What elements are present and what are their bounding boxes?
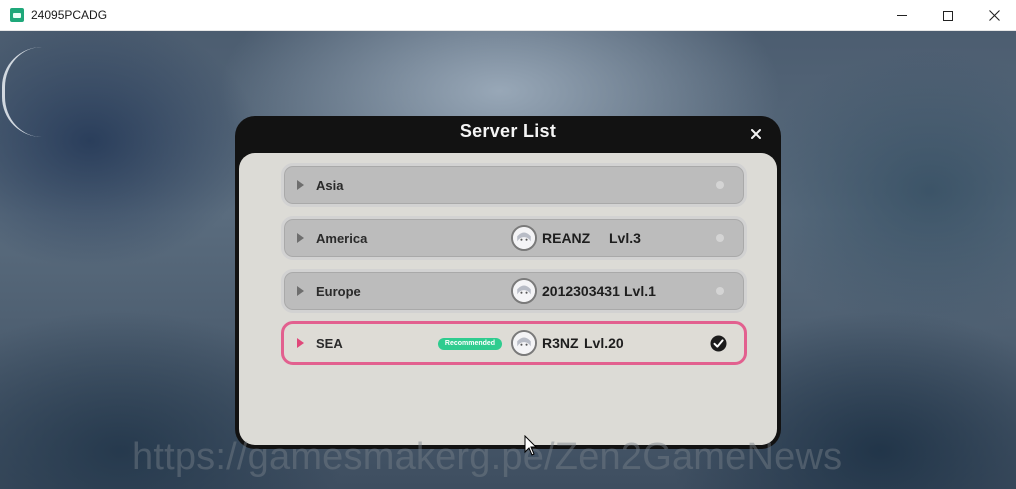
triangle-arrow-icon bbox=[297, 233, 304, 243]
window-close-button[interactable] bbox=[971, 0, 1016, 31]
watermark-text: https://gamesmakerg.pe/Zen2GameNews bbox=[132, 436, 843, 478]
minimize-button[interactable] bbox=[879, 0, 925, 31]
maximize-icon bbox=[943, 10, 953, 21]
close-icon bbox=[751, 129, 761, 139]
server-row-america[interactable]: America REANZ Lvl.3 bbox=[281, 216, 747, 260]
close-icon bbox=[988, 10, 1000, 21]
server-row-europe[interactable]: Europe 2012303431 Lvl.1 bbox=[281, 269, 747, 313]
server-region: Asia bbox=[316, 178, 344, 193]
server-row-sea[interactable]: SEA Recommended R3NZ Lvl.20 bbox=[281, 321, 747, 365]
character-avatar bbox=[511, 330, 537, 356]
server-status-dot bbox=[716, 234, 724, 242]
game-viewport: Server List Asia America REANZ Lvl.3 Eur… bbox=[0, 31, 1016, 489]
minimize-icon bbox=[897, 15, 907, 16]
dialog-close-button[interactable] bbox=[747, 125, 765, 143]
server-region: Europe bbox=[316, 284, 361, 299]
background-decoration bbox=[2, 47, 42, 137]
dialog-title: Server List bbox=[459, 121, 557, 141]
character-name: R3NZ bbox=[542, 335, 579, 351]
server-list-dialog: Server List Asia America REANZ Lvl.3 Eur… bbox=[235, 116, 781, 449]
server-region: SEA bbox=[316, 336, 343, 351]
mouse-cursor-icon bbox=[524, 435, 538, 456]
checkmark-icon bbox=[710, 335, 727, 352]
server-status-dot bbox=[716, 287, 724, 295]
character-avatar bbox=[511, 225, 537, 251]
character-level: Lvl.3 bbox=[609, 230, 641, 246]
triangle-arrow-icon bbox=[297, 338, 304, 348]
character-name: 2012303431 bbox=[542, 283, 620, 299]
server-status-dot bbox=[716, 181, 724, 189]
server-region: America bbox=[316, 231, 368, 246]
character-avatar bbox=[511, 278, 537, 304]
app-icon bbox=[10, 8, 24, 22]
maximize-button[interactable] bbox=[925, 0, 971, 31]
triangle-arrow-icon bbox=[297, 286, 304, 296]
server-list: Asia America REANZ Lvl.3 Europe 20123034… bbox=[239, 153, 777, 445]
character-name: REANZ bbox=[542, 230, 591, 246]
server-row-asia[interactable]: Asia bbox=[281, 163, 747, 207]
window-title: 24095PCADG bbox=[31, 8, 108, 22]
triangle-arrow-icon bbox=[297, 180, 304, 190]
window-titlebar: 24095PCADG bbox=[0, 0, 1016, 31]
character-level: Lvl.20 bbox=[584, 335, 624, 351]
recommended-badge: Recommended bbox=[438, 338, 502, 350]
character-level: Lvl.1 bbox=[624, 283, 656, 299]
